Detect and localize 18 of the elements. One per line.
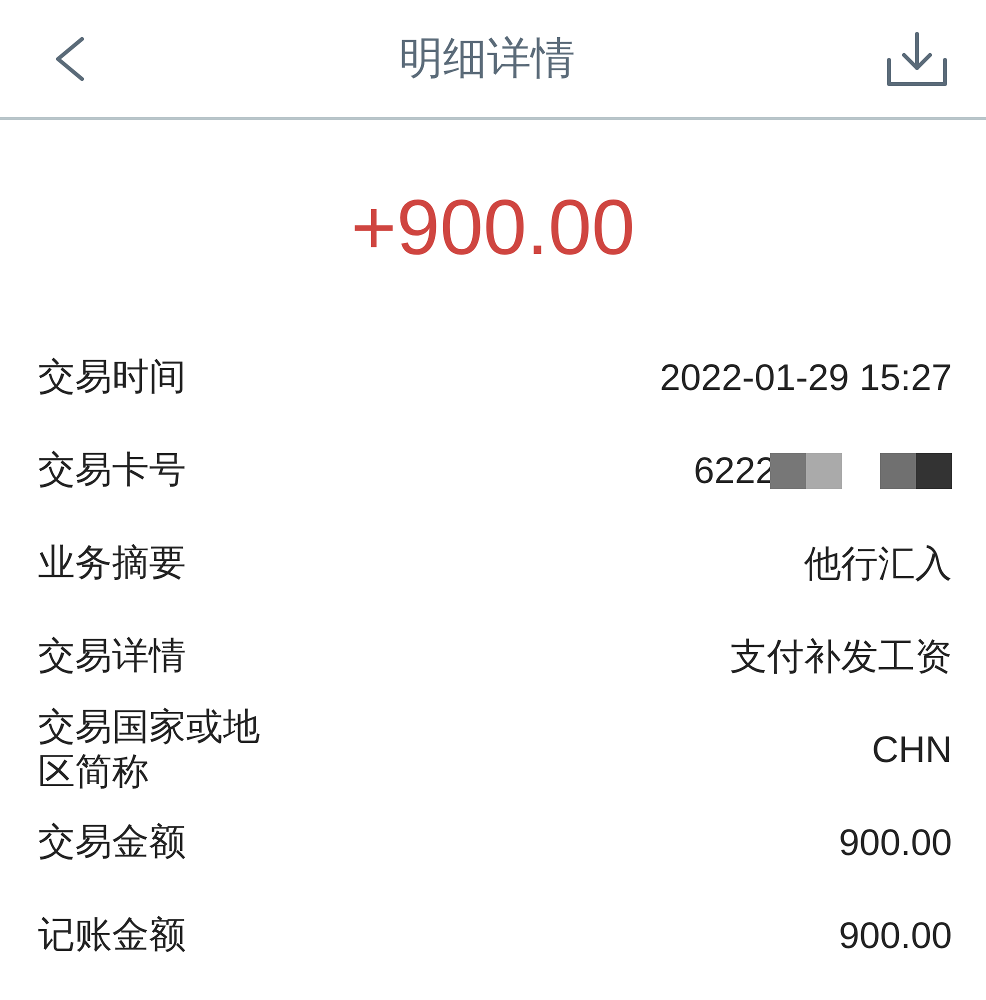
- detail-value: 他行汇入: [804, 542, 952, 586]
- detail-label: 交易卡号: [38, 448, 187, 493]
- redaction-drawing: [770, 452, 842, 490]
- download-icon[interactable]: [886, 30, 948, 88]
- detail-label: 交易金额: [38, 820, 187, 865]
- redaction-drawing: [880, 452, 952, 490]
- page-title: 明细详情: [399, 32, 575, 86]
- detail-label: 交易详情: [38, 634, 187, 679]
- detail-label: 交易国家或地区简称: [38, 705, 261, 794]
- detail-value: 900.00: [838, 822, 952, 864]
- detail-value: 支付补发工资: [730, 634, 952, 678]
- detail-value: CHN: [872, 728, 952, 770]
- detail-label: 记账金额: [38, 913, 187, 958]
- detail-value: 900.00: [838, 914, 952, 956]
- detail-label: 业务摘要: [38, 541, 187, 586]
- detail-value: 2022-01-29 15:27: [660, 356, 952, 398]
- detail-label: 交易时间: [38, 355, 187, 400]
- amount: +900.00: [350, 182, 636, 273]
